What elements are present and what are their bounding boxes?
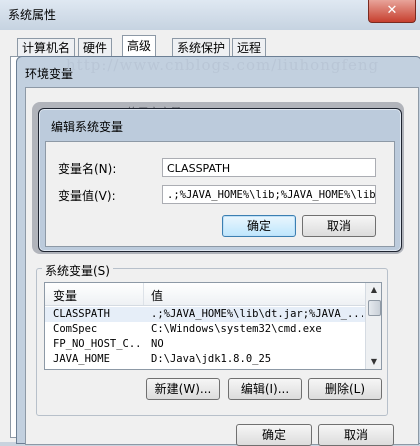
table-row[interactable]: ComSpec C:\Windows\system32\cmd.exe xyxy=(45,322,365,337)
table-row[interactable]: JAVA_HOME D:\Java\jdk1.8.0_25 xyxy=(45,352,365,367)
tab-hardware[interactable]: 硬件 xyxy=(78,38,113,57)
variable-name-label: 变量名(N): xyxy=(58,162,117,176)
vertical-scrollbar[interactable]: ▲ ▼ xyxy=(365,283,381,369)
edit-variable-button[interactable]: 编辑(I)... xyxy=(228,378,302,400)
close-icon[interactable]: ✕ xyxy=(368,0,416,23)
row-name: FP_NO_HOST_C... xyxy=(53,338,141,350)
row-name: ComSpec xyxy=(53,323,98,335)
column-header-variable[interactable]: 变量 xyxy=(53,287,77,304)
tab-system-protection[interactable]: 系统保护 xyxy=(172,38,231,57)
column-header-value[interactable]: 值 xyxy=(151,287,163,304)
list-header: 变量 值 xyxy=(45,283,365,306)
table-row[interactable]: FP_NO_HOST_C... NO xyxy=(45,337,365,352)
variable-value-label: 变量值(V): xyxy=(58,189,116,203)
system-variables-list[interactable]: 变量 值 CLASSPATH .;%JAVA_HOME%\lib\dt.jar;… xyxy=(44,282,382,370)
tab-remote[interactable]: 远程 xyxy=(232,38,267,57)
row-name: CLASSPATH xyxy=(53,308,110,320)
row-value: D:\Java\jdk1.8.0_25 xyxy=(151,353,272,365)
scroll-up-icon[interactable]: ▲ xyxy=(366,283,381,297)
system-properties-title: 系统属性 xyxy=(8,8,57,22)
column-divider[interactable] xyxy=(143,283,144,305)
dialog-ok-button[interactable]: 确定 xyxy=(222,215,296,237)
delete-variable-button[interactable]: 删除(L) xyxy=(308,378,382,400)
watermark-url: http://www.cnblogs.com/liuhongfeng xyxy=(66,56,380,74)
tab-computer-name[interactable]: 计算机名 xyxy=(17,38,76,57)
table-row[interactable]: CLASSPATH .;%JAVA_HOME%\lib\dt.jar;%JAVA… xyxy=(45,307,365,322)
scroll-down-icon[interactable]: ▼ xyxy=(366,355,381,369)
ok-button[interactable]: 确定 xyxy=(236,424,312,446)
variable-name-input[interactable]: CLASSPATH xyxy=(162,158,376,177)
system-variables-label: 系统变量(S) xyxy=(42,262,113,279)
dialog-title: 编辑系统变量 xyxy=(51,120,124,134)
row-value: NO xyxy=(151,338,164,350)
variable-value-input[interactable]: .;%JAVA_HOME%\lib;%JAVA_HOME%\lib\d xyxy=(162,185,376,204)
new-variable-button[interactable]: 新建(W)... xyxy=(146,378,220,400)
dialog-cancel-button[interactable]: 取消 xyxy=(302,215,376,237)
scroll-thumb[interactable] xyxy=(368,300,381,316)
cancel-button[interactable]: 取消 xyxy=(318,424,394,446)
tab-advanced[interactable]: 高级 xyxy=(122,35,157,58)
row-value: C:\Windows\system32\cmd.exe xyxy=(151,323,322,335)
row-name: JAVA_HOME xyxy=(53,353,110,365)
system-properties-titlebar: 系统属性 ✕ xyxy=(0,0,420,30)
row-value: .;%JAVA_HOME%\lib\dt.jar;%JAVA_... xyxy=(151,308,363,320)
